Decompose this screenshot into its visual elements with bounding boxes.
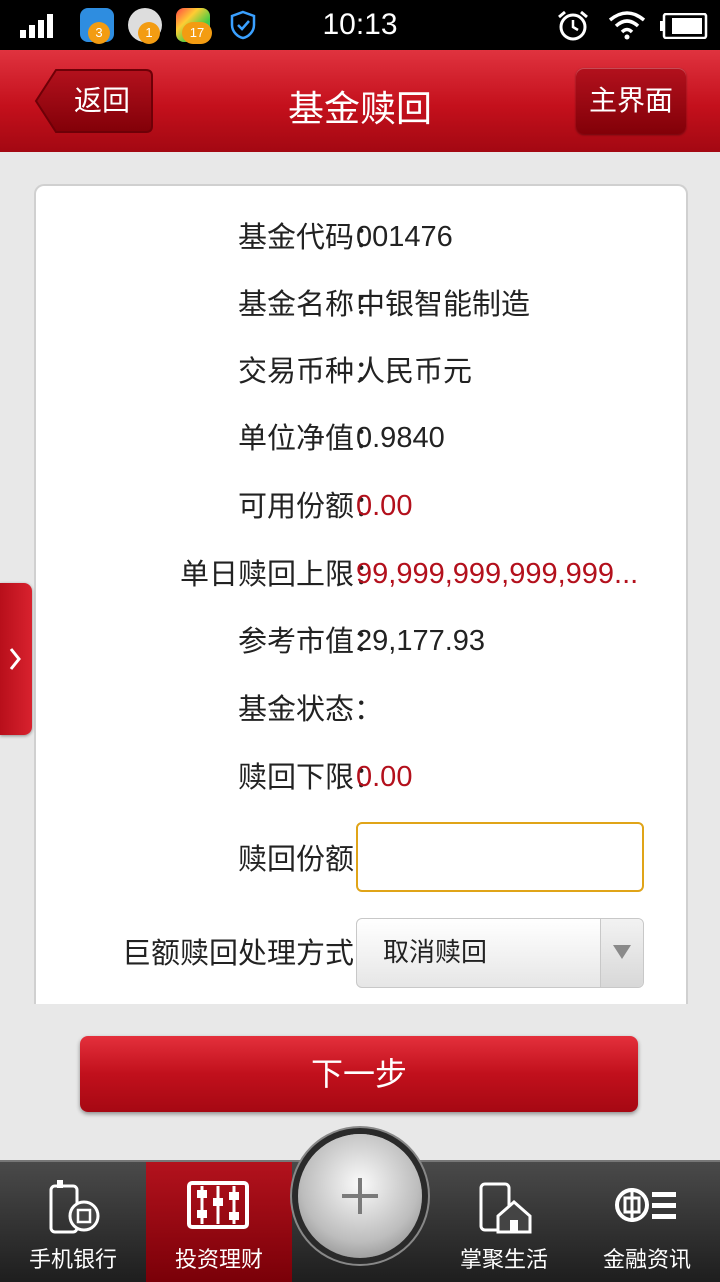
news-icon: [615, 1188, 676, 1222]
notification-badge: 17: [182, 22, 212, 44]
form-row-fund-code: 基金代码 ： 001476: [36, 212, 686, 262]
form-label: 巨额赎回处理方式: [121, 936, 354, 970]
notification-badge: 1: [138, 22, 160, 44]
form-value: 29,177.93: [356, 625, 486, 657]
form-row-fund-name: 基金名称 ： 中银智能制造: [36, 279, 686, 329]
form-label: 交易币种: [237, 354, 354, 388]
form-row-redeem-shares: 赎回份额 ：: [36, 822, 686, 896]
abacus-icon: [187, 1181, 249, 1229]
colon: ：: [354, 692, 384, 726]
form-row-fund-status: 基金状态 ：: [36, 684, 686, 734]
form-label: 可用份额: [237, 489, 354, 523]
battery-icon: [660, 13, 708, 39]
form-value: 001476: [356, 221, 453, 253]
nav-item-investment[interactable]: 投资理财: [146, 1162, 292, 1282]
form-value: 0.00: [356, 490, 413, 522]
form-row-available-shares: 可用份额 ： 0.00: [36, 481, 686, 531]
nav-item-mobile-banking[interactable]: 手机银行: [0, 1162, 146, 1282]
form-value: 0.9840: [356, 422, 445, 454]
form-label: 赎回份额: [237, 842, 354, 876]
form-row-market-value: 参考市值 ： 29,177.93: [36, 616, 686, 666]
redeem-form-card: 基金代码 ： 001476 基金名称 ： 中银智能制造 交易币种 ： 人民币元 …: [34, 184, 688, 1004]
form-value: 99,999,999,999,999...: [356, 558, 639, 590]
signal-icon: [20, 14, 53, 38]
title-bar: 返回 基金赎回 主界面: [0, 50, 720, 152]
alarm-icon: [558, 10, 588, 41]
form-label: 赎回下限: [237, 760, 354, 794]
status-bar: 3 1 17 10:13: [0, 0, 720, 50]
wifi-icon: [608, 11, 646, 40]
form-label: 单日赎回上限: [179, 557, 354, 591]
plus-icon: [342, 1178, 378, 1214]
shield-icon: [230, 10, 256, 40]
redeem-shares-input[interactable]: [356, 822, 644, 892]
form-value: 0.00: [356, 761, 413, 793]
form-label: 基金状态: [237, 692, 354, 726]
form-row-min-redeem: 赎回下限 ： 0.00: [36, 752, 686, 802]
form-label: 基金代码: [237, 220, 354, 254]
phone-house-icon: [479, 1182, 532, 1234]
status-time: 10:13: [322, 8, 398, 41]
dropdown-button[interactable]: [600, 919, 643, 987]
notification-badge: 3: [88, 22, 110, 44]
form-value: 中银智能制造: [356, 287, 531, 321]
center-plus-button[interactable]: [298, 1134, 422, 1258]
form-row-nav: 单位净值 ： 0.9840: [36, 413, 686, 463]
mobile-bank-icon: [49, 1180, 100, 1234]
nav-label: 投资理财: [174, 1248, 263, 1273]
nav-item-finance-news[interactable]: 金融资讯: [574, 1162, 720, 1282]
form-row-large-redeem: 巨额赎回处理方式 ： 取消赎回: [36, 918, 686, 996]
select-value: 取消赎回: [383, 938, 488, 968]
side-drawer-tab[interactable]: [0, 583, 32, 735]
nav-label: 金融资讯: [602, 1248, 691, 1273]
home-button[interactable]: 主界面: [576, 68, 686, 134]
nav-item-life[interactable]: 掌聚生活: [434, 1162, 574, 1282]
next-step-button[interactable]: 下一步: [80, 1036, 638, 1112]
form-label: 基金名称: [237, 287, 354, 321]
form-label: 单位净值: [237, 421, 354, 455]
nav-label: 手机银行: [28, 1248, 117, 1273]
form-row-daily-limit: 单日赎回上限 ： 99,999,999,999,999...: [36, 549, 686, 599]
triangle-down-icon: [613, 945, 631, 959]
form-value: 人民币元: [356, 354, 473, 388]
chevron-right-icon: [9, 648, 21, 670]
form-row-currency: 交易币种 ： 人民币元: [36, 346, 686, 396]
large-redeem-select[interactable]: 取消赎回: [356, 918, 644, 988]
nav-label: 掌聚生活: [459, 1248, 548, 1273]
form-label: 参考市值: [237, 624, 354, 658]
